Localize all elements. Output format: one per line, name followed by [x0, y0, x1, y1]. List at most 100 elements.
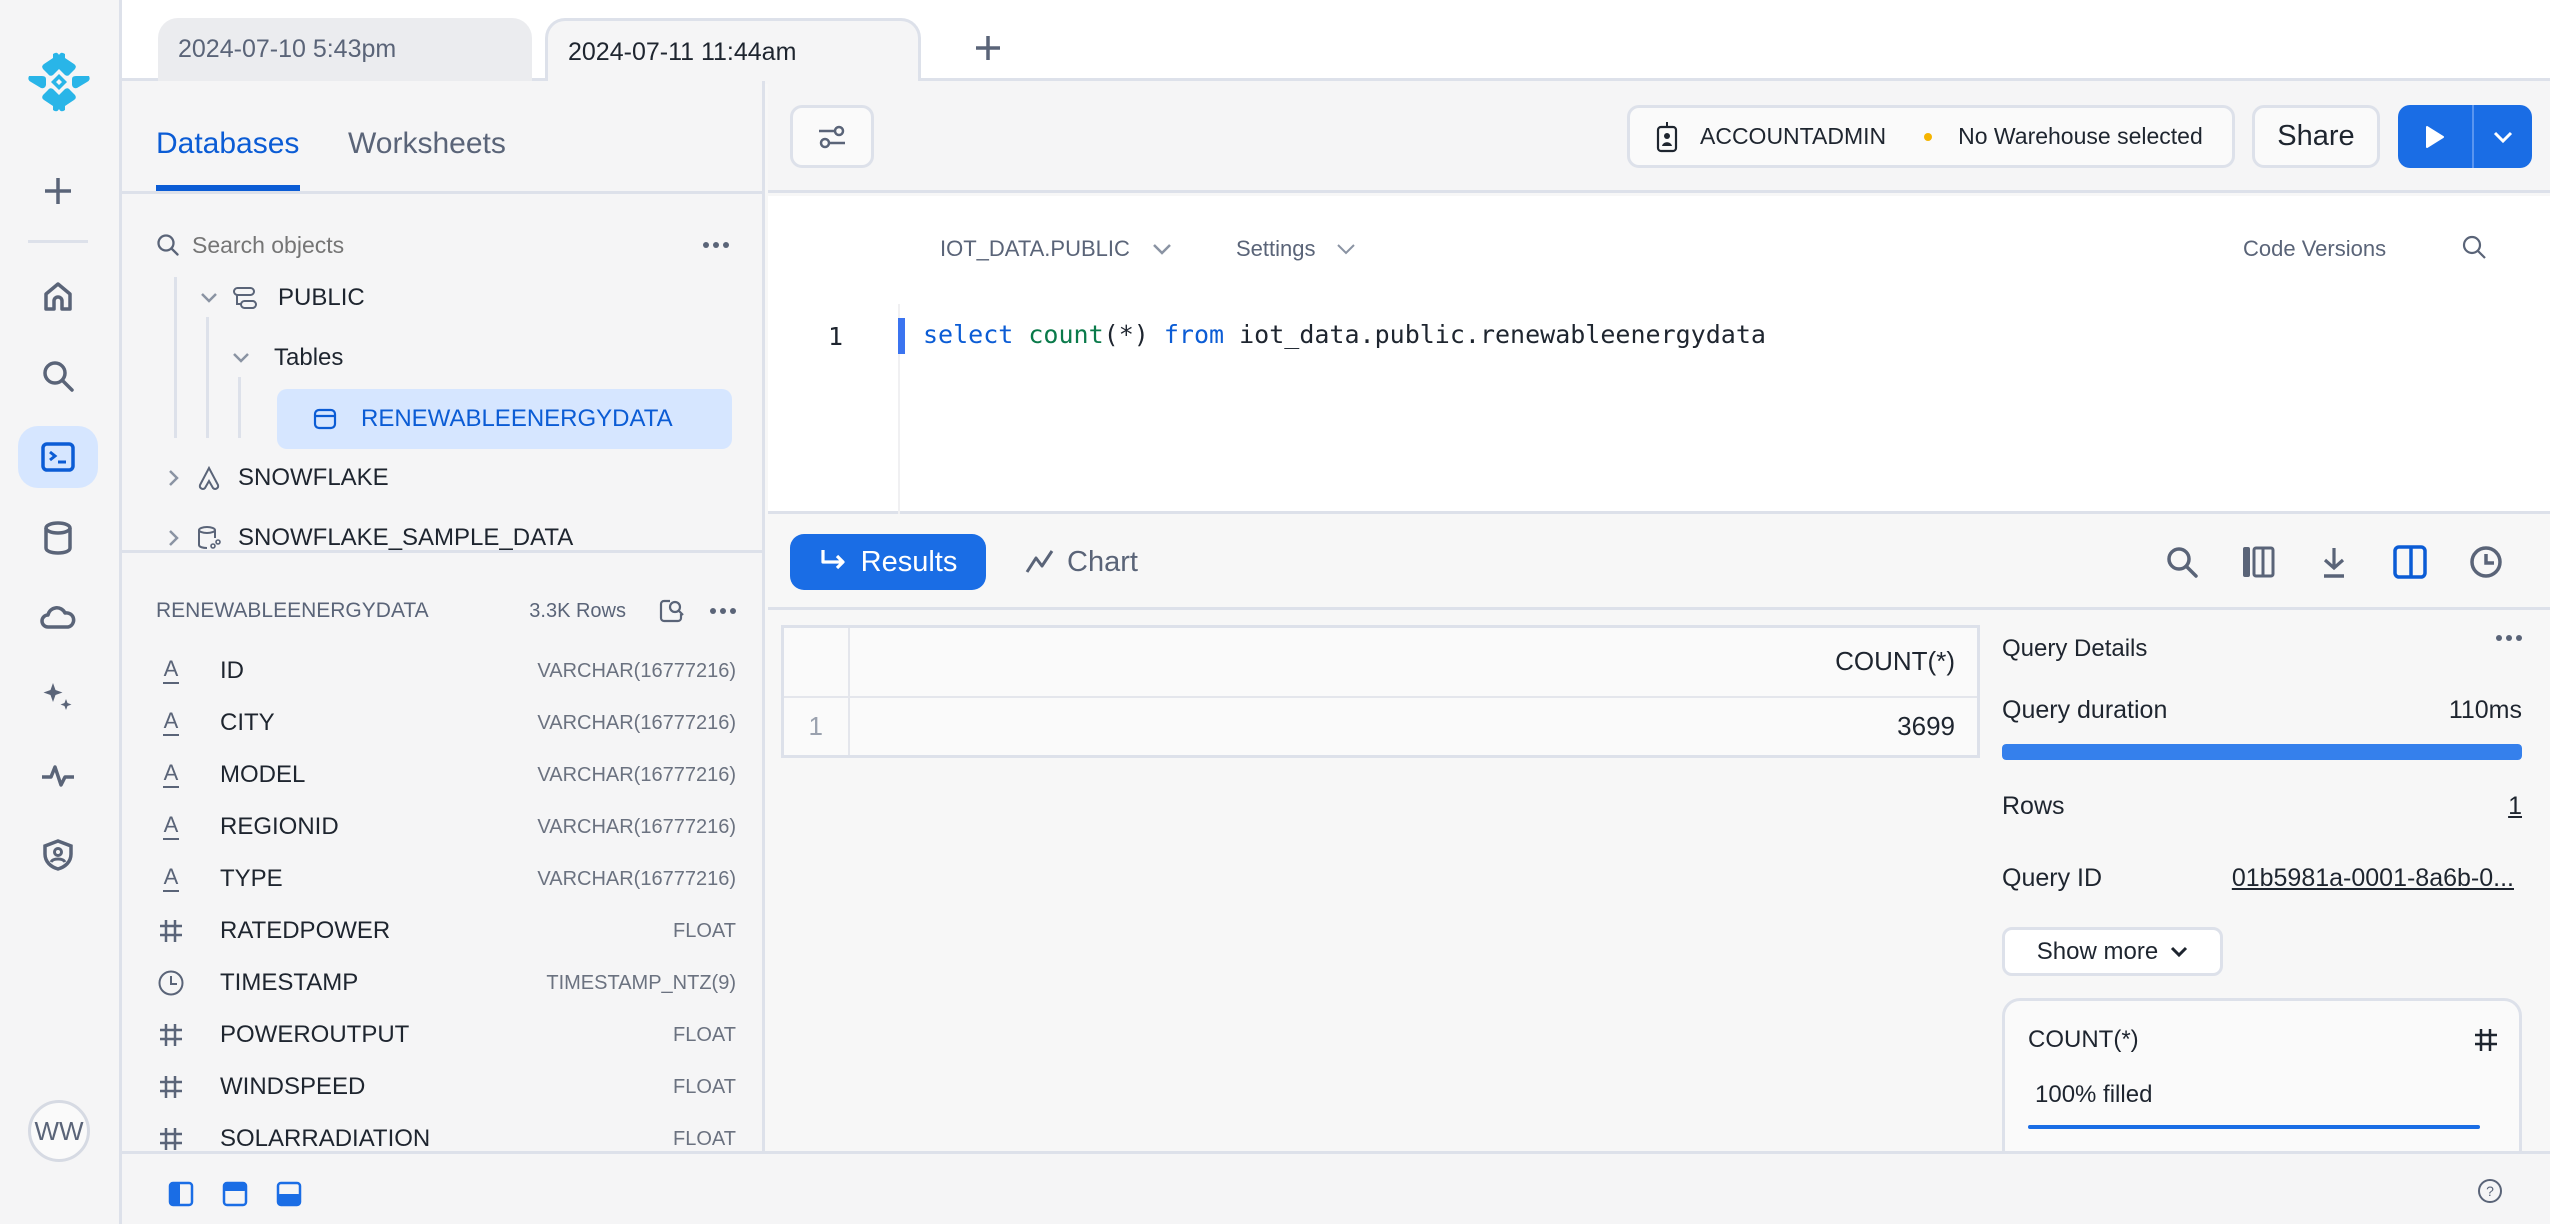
column-type: TIMESTAMP_NTZ(9)	[546, 971, 736, 994]
nav-search[interactable]	[18, 345, 98, 407]
run-options-button[interactable]	[2474, 105, 2532, 168]
query-id-link[interactable]: 01b5981a-0001-8a6b-0...	[2232, 864, 2514, 893]
nav-monitoring[interactable]	[18, 745, 98, 807]
panel-bottom-icon	[276, 1181, 302, 1207]
tree-database-snowflake[interactable]: SNOWFLAKE	[168, 450, 389, 506]
show-more-label: Show more	[2036, 937, 2159, 965]
nav-projects[interactable]	[18, 426, 98, 488]
toggle-results-panel-button[interactable]	[276, 1181, 302, 1207]
share-button[interactable]: Share	[2252, 105, 2380, 168]
column-row[interactable]: A ID VARCHAR(16777216)	[156, 645, 736, 697]
tree-folder-tables[interactable]: Tables	[232, 330, 343, 386]
number-type-icon	[156, 1020, 186, 1050]
column-type: VARCHAR(16777216)	[537, 763, 736, 786]
svg-text:?: ?	[2486, 1183, 2494, 1199]
settings-dropdown[interactable]: Settings	[1236, 236, 1356, 262]
tab-databases[interactable]: Databases	[156, 127, 299, 161]
chart-tab[interactable]: Chart	[1025, 534, 1138, 590]
row-index: 1	[781, 695, 850, 758]
query-duration-label: Query duration	[2002, 696, 2168, 724]
database-share-icon	[198, 526, 221, 549]
chevron-right-icon	[169, 470, 179, 486]
nav-home[interactable]	[18, 265, 98, 327]
query-details-more-button[interactable]	[2496, 634, 2522, 642]
column-type: FLOAT	[673, 1127, 736, 1150]
play-icon	[2426, 125, 2444, 148]
preview-data-button[interactable]	[658, 597, 686, 625]
nav-data-products[interactable]	[18, 586, 98, 648]
search-results-button[interactable]	[2162, 542, 2202, 582]
column-row[interactable]: A MODEL VARCHAR(16777216)	[156, 749, 736, 801]
download-icon	[2323, 548, 2345, 578]
column-row[interactable]: POWEROUTPUT FLOAT	[156, 1009, 736, 1061]
warehouse-status-dot	[1924, 132, 1933, 141]
arrow-return-icon	[821, 550, 845, 570]
explorer-more-button[interactable]	[696, 225, 736, 265]
toggle-editor-panel-button[interactable]	[222, 1181, 248, 1207]
query-duration-bar	[2002, 744, 2522, 760]
tree-schema-public[interactable]: PUBLIC	[200, 270, 365, 326]
column-row[interactable]: TIMESTAMP TIMESTAMP_NTZ(9)	[156, 957, 736, 1009]
worksheet-tab-2[interactable]: 2024-07-11 11:44am	[545, 18, 921, 84]
role-warehouse-selector[interactable]: ACCOUNTADMIN No Warehouse selected	[1627, 105, 2235, 168]
column-name: WINDSPEED	[220, 1073, 366, 1100]
toggle-details-panel-button[interactable]	[2390, 542, 2430, 582]
add-worksheet-button[interactable]	[968, 28, 1008, 68]
filters-button[interactable]	[790, 105, 874, 168]
column-name: MODEL	[220, 761, 306, 788]
chevron-down-icon	[201, 293, 217, 303]
query-id-label: Query ID	[2002, 864, 2103, 892]
tree-database-snowflake-sample-data[interactable]: SNOWFLAKE_SAMPLE_DATA	[168, 510, 573, 566]
toggle-left-panel-button[interactable]	[168, 1181, 194, 1207]
table-details-title: RENEWABLEENERGYDATA	[156, 599, 429, 622]
number-type-icon	[156, 1124, 186, 1154]
column-stats-card[interactable]: COUNT(*) 100% filled	[2002, 998, 2522, 1168]
table-row[interactable]: 1 3699	[781, 695, 1980, 758]
context-selector[interactable]: IOT_DATA.PUBLIC	[940, 236, 1172, 262]
context-label: IOT_DATA.PUBLIC	[940, 236, 1130, 261]
column-row[interactable]: A TYPE VARCHAR(16777216)	[156, 853, 736, 905]
tree-table-selected[interactable]: RENEWABLEENERGYDATA	[277, 389, 732, 449]
download-button[interactable]	[2314, 542, 2354, 582]
column-name: TIMESTAMP	[220, 969, 359, 996]
results-grid: COUNT(*) 1 3699	[781, 625, 1980, 758]
query-history-button[interactable]	[2466, 542, 2506, 582]
editor-search-button[interactable]	[2461, 234, 2487, 260]
results-tab[interactable]: Results	[790, 534, 986, 590]
table-more-button[interactable]	[710, 607, 736, 615]
code-line[interactable]: select count(*) from iot_data.public.ren…	[923, 320, 1766, 349]
search-icon	[43, 361, 74, 392]
code-versions-button[interactable]: Code Versions	[2243, 236, 2386, 262]
columns-button[interactable]	[2238, 542, 2278, 582]
nav-data[interactable]	[18, 507, 98, 569]
column-row[interactable]: A CITY VARCHAR(16777216)	[156, 697, 736, 749]
sql-editor[interactable]: IOT_DATA.PUBLIC Settings Code Versions 1…	[768, 196, 2550, 514]
rows-value-link[interactable]: 1	[2508, 792, 2522, 821]
tree-label: SNOWFLAKE_SAMPLE_DATA	[238, 524, 574, 551]
text-type-icon: A	[156, 656, 186, 686]
column-row[interactable]: RATEDPOWER FLOAT	[156, 905, 736, 957]
create-button[interactable]	[18, 160, 98, 222]
code-token-plain: iot_data.public.renewableenergydata	[1224, 320, 1766, 349]
column-row[interactable]: A REGIONID VARCHAR(16777216)	[156, 801, 736, 853]
nav-admin[interactable]	[18, 824, 98, 886]
show-more-button[interactable]: Show more	[2002, 927, 2223, 976]
column-header[interactable]: COUNT(*)	[847, 625, 1980, 698]
table-icon	[313, 408, 337, 430]
table-cell[interactable]: 3699	[847, 695, 1980, 758]
search-objects-input[interactable]	[192, 231, 632, 259]
column-row[interactable]: WINDSPEED FLOAT	[156, 1061, 736, 1113]
nav-ai-ml[interactable]	[18, 665, 98, 727]
snowflake-logo[interactable]	[25, 48, 93, 116]
clock-type-icon	[156, 968, 186, 998]
user-avatar[interactable]: WW	[28, 1100, 90, 1162]
chevron-down-icon	[2493, 131, 2513, 143]
run-button-group	[2398, 105, 2532, 168]
tab-worksheets[interactable]: Worksheets	[348, 127, 506, 161]
help-circle-icon: ?	[2478, 1179, 2502, 1203]
worksheet-tab-1[interactable]: 2024-07-10 5:43pm	[158, 18, 532, 81]
run-button[interactable]	[2398, 105, 2474, 168]
help-button[interactable]: ?	[2477, 1178, 2503, 1204]
column-type: VARCHAR(16777216)	[537, 815, 736, 838]
query-details-title: Query Details	[2002, 635, 2148, 662]
